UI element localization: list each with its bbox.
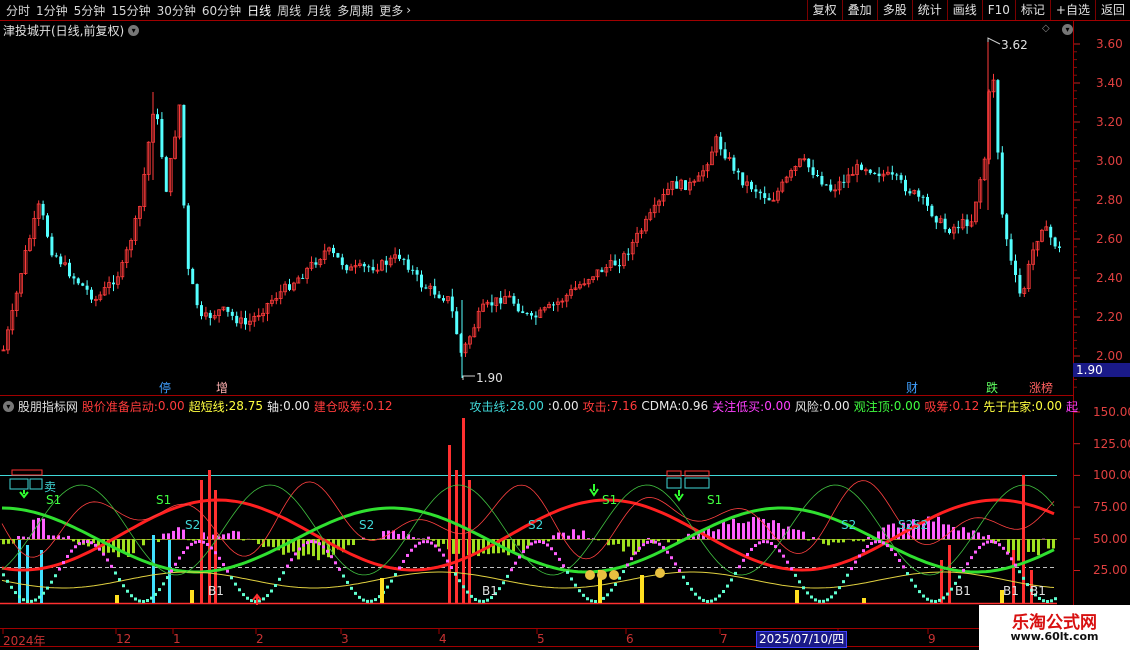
event-suspend[interactable]: 停 <box>157 381 173 395</box>
signal-sell: S1 <box>46 493 62 507</box>
signal-buy: B1 <box>1030 584 1046 598</box>
price-tick: 2.60 <box>1096 232 1123 246</box>
signal-sell2: S2 <box>185 518 201 532</box>
date-tick: 2 <box>256 632 264 646</box>
indicator-value: 0.00 <box>893 399 921 413</box>
price-tick: 3.40 <box>1096 76 1123 90</box>
date-tick: 5 <box>537 632 545 646</box>
indicator-label: 建仓吸筹: <box>313 399 366 414</box>
indicator-value: 0.12 <box>952 399 980 413</box>
event-top-list[interactable]: 涨榜 <box>1027 381 1055 395</box>
price-tick: 3.60 <box>1096 37 1123 51</box>
kline-chart[interactable] <box>0 0 1130 650</box>
indicator-label: 吸筹: <box>924 399 953 414</box>
high-price-label: 3.62 <box>1001 38 1028 52</box>
indicator-label: 轴: <box>267 399 284 414</box>
watermark-url: www.60lt.com <box>1010 630 1099 643</box>
current-price-tag: 1.90 <box>1073 363 1130 377</box>
date-tick: 12 <box>116 632 132 646</box>
signal-sell: S1 <box>602 493 618 507</box>
date-tick: 7 <box>720 632 728 646</box>
indicator-tick: 150.00 <box>1093 405 1130 419</box>
date-tick: 1 <box>173 632 181 646</box>
event-finance[interactable]: 财 <box>904 381 920 395</box>
indicator-value: 0.00 <box>822 399 850 413</box>
selected-date: 2025/07/10/四 <box>756 631 848 648</box>
signal-buy: B1 <box>955 584 971 598</box>
watermark-logo: 乐淘公式网 www.60lt.com <box>979 605 1130 650</box>
indicator-label: CDMA: <box>641 399 682 413</box>
indicator-name[interactable]: 股朋指标网 <box>18 398 78 414</box>
indicator-label: 攻击线: <box>469 399 510 414</box>
indicator-value: 0.96 <box>681 399 709 413</box>
event-increase[interactable]: 增 <box>214 381 230 395</box>
indicator-value: 0.12 <box>365 399 393 413</box>
indicator-label: 攻击: <box>582 399 611 414</box>
indicator-label: 风险: <box>794 399 823 414</box>
signal-buy: B1 <box>1003 584 1019 598</box>
indicator-tick: 100.00 <box>1093 468 1130 482</box>
price-tick: 3.00 <box>1096 154 1123 168</box>
event-drop[interactable]: 跌 <box>984 381 1000 395</box>
indicator-value: 0.00 <box>551 399 579 413</box>
date-tick: 6 <box>626 632 634 646</box>
price-tick: 2.00 <box>1096 349 1123 363</box>
indicator-tick: 25.00 <box>1093 563 1128 577</box>
signal-sell: S1 <box>707 493 723 507</box>
indicator-label: 关注低买: <box>712 399 765 414</box>
indicator-value: 28.75 <box>228 399 264 413</box>
indicator-value: 0.00 <box>764 399 791 413</box>
indicator-value: 0.00 <box>283 399 310 413</box>
date-tick: 4 <box>439 632 447 646</box>
date-tick: 9 <box>928 632 936 646</box>
signal-sell2: S2 <box>913 518 929 532</box>
signal-sell2: S2 <box>359 518 375 532</box>
date-tick: 2024年 <box>3 634 46 648</box>
chevron-down-icon[interactable]: ▾ <box>3 400 14 412</box>
indicator-label: 股价准备启动: <box>81 399 158 414</box>
indicator-label: 起 <box>1065 399 1078 414</box>
price-tick: 2.20 <box>1096 310 1123 324</box>
indicator-header: ▾ 股朋指标网 股价准备启动: 0.00 超短线: 28.75 轴: 0.00 建仓吸… <box>3 398 1078 414</box>
signal-buy: B1 <box>208 584 224 598</box>
indicator-label: 超短线: <box>188 399 229 414</box>
indicator-value: 0.00 <box>1035 399 1062 413</box>
indicator-label: 先于庄家: <box>983 399 1036 414</box>
indicator-value: 0.00 <box>157 399 185 413</box>
signal-sell-text: 卖 <box>44 480 57 494</box>
indicator-tick: 50.00 <box>1093 532 1128 546</box>
signal-sell: S1 <box>156 493 172 507</box>
indicator-label: 观注顶: <box>853 399 894 414</box>
price-tick: 2.40 <box>1096 271 1123 285</box>
signal-sell2: S2 <box>898 518 914 532</box>
low-price-label: 1.90 <box>476 371 503 385</box>
indicator-value: 7.16 <box>610 399 638 413</box>
indicator-value: 28.00 <box>509 399 544 413</box>
indicator-tick: 75.00 <box>1093 500 1128 514</box>
signal-sell2: S2 <box>841 518 857 532</box>
indicator-tick: 125.00 <box>1093 437 1130 451</box>
date-tick: 3 <box>341 632 349 646</box>
signal-buy: B1 <box>482 584 498 598</box>
signal-sell2: S2 <box>528 518 544 532</box>
price-tick: 2.80 <box>1096 193 1123 207</box>
price-tick: 3.20 <box>1096 115 1123 129</box>
